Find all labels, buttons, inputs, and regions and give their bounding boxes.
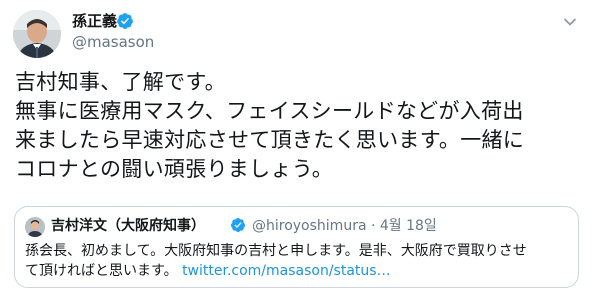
quoted-author-name: 吉村洋文（大阪府知事） xyxy=(51,218,205,234)
quoted-text-line: て頂ければと思います。 twitter.com/masason/status… xyxy=(25,261,570,281)
verified-badge-icon xyxy=(117,13,133,29)
tweet-card: 孫正義 @masason 吉村知事、了解です。 無事に医療用マスク、フェイスシー… xyxy=(0,0,593,305)
quoted-tweet[interactable]: 吉村洋文（大阪府知事） @hiroyoshimura · 4월 18일 孫会長、… xyxy=(14,206,579,288)
author-handle[interactable]: @masason xyxy=(72,33,154,51)
author-name[interactable]: 孫正義 xyxy=(72,12,117,30)
quoted-author-avatar xyxy=(25,217,45,237)
quoted-tweet-link[interactable]: twitter.com/masason/status… xyxy=(182,263,391,279)
tweet-text: 吉村知事、了解です。 無事に医療用マスク、フェイスシールドなどが入荷出 来ました… xyxy=(15,68,585,184)
quoted-text-line: 孫会長、初めまして。大阪府知事の吉村と申します。是非、大阪府で買取りさせ xyxy=(25,243,527,259)
verified-badge-icon xyxy=(230,218,245,232)
tweet-text-line: コロナとの闘い頑張りましょう。 xyxy=(15,157,334,181)
tweet-text-line: 無事に医療用マスク、フェイスシールドなどが入荷出 xyxy=(15,99,524,123)
quoted-handle-date: @hiroyoshimura · 4월 18일 xyxy=(252,218,437,234)
tweet-text-line: 来ましたら早速対応させて頂きたく思います。一緒に xyxy=(15,128,525,152)
tweet-text-line: 吉村知事、了解です。 xyxy=(15,70,226,94)
quoted-text-segment: て頂ければと思います。 xyxy=(25,263,178,279)
author-avatar[interactable] xyxy=(13,10,61,58)
chevron-down-icon[interactable] xyxy=(560,12,580,32)
quoted-tweet-text: 孫会長、初めまして。大阪府知事の吉村と申します。是非、大阪府で買取りさせ て頂け… xyxy=(25,241,570,281)
